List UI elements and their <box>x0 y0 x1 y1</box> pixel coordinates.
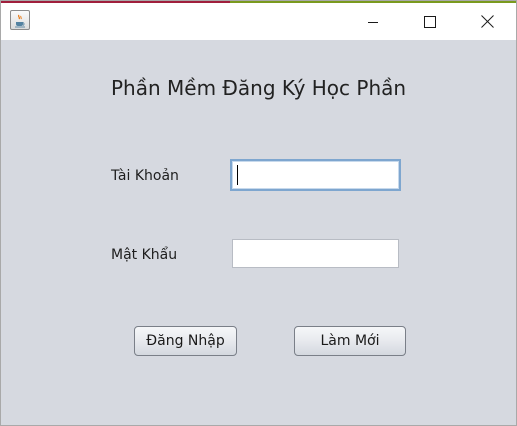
minimize-button[interactable] <box>350 3 396 40</box>
minimize-icon <box>368 21 378 23</box>
maximize-icon <box>424 15 436 28</box>
login-button[interactable]: Đăng Nhập <box>134 326 237 356</box>
title-bar[interactable] <box>1 3 516 40</box>
text-caret <box>237 165 238 185</box>
java-cup-icon[interactable] <box>10 10 30 30</box>
app-window: Phần Mềm Đăng Ký Học Phần Tài Khoản Mật … <box>0 0 517 426</box>
login-panel: Phần Mềm Đăng Ký Học Phần Tài Khoản Mật … <box>1 40 516 425</box>
password-label: Mật Khẩu <box>111 247 178 263</box>
close-button[interactable] <box>464 3 510 40</box>
maximize-button[interactable] <box>407 3 453 40</box>
close-icon <box>480 15 494 28</box>
page-title: Phần Mềm Đăng Ký Học Phần <box>111 76 407 100</box>
username-label: Tài Khoản <box>111 168 179 184</box>
username-input[interactable] <box>230 159 401 191</box>
password-input[interactable] <box>232 239 399 268</box>
reset-button[interactable]: Làm Mới <box>294 326 406 356</box>
